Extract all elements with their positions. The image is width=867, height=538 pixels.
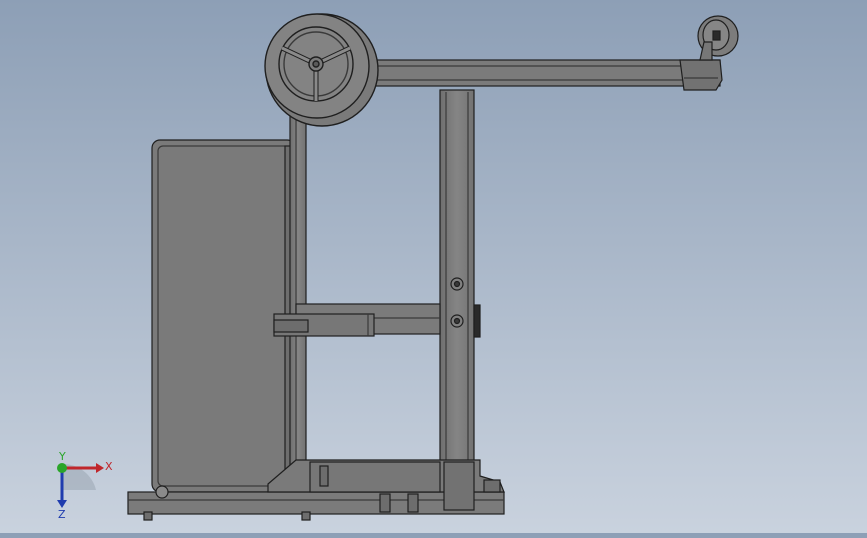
y-axis-dot <box>57 463 67 473</box>
rear-post[interactable] <box>289 107 307 494</box>
z-axis-label: Z <box>58 508 66 520</box>
hand-wheel[interactable] <box>264 13 379 127</box>
top-right-pulley[interactable] <box>697 15 739 61</box>
middle-arm[interactable] <box>273 303 441 337</box>
center-column[interactable] <box>439 89 481 496</box>
top-arm[interactable] <box>339 59 723 91</box>
y-axis-label: Y <box>58 450 66 463</box>
orientation-triad: X Y Z <box>40 450 120 521</box>
x-axis-label: X <box>105 460 113 473</box>
machine-model[interactable] <box>0 0 867 533</box>
cad-3d-viewport[interactable] <box>0 0 867 533</box>
z-axis-head <box>57 500 67 508</box>
x-axis-head <box>96 463 104 473</box>
